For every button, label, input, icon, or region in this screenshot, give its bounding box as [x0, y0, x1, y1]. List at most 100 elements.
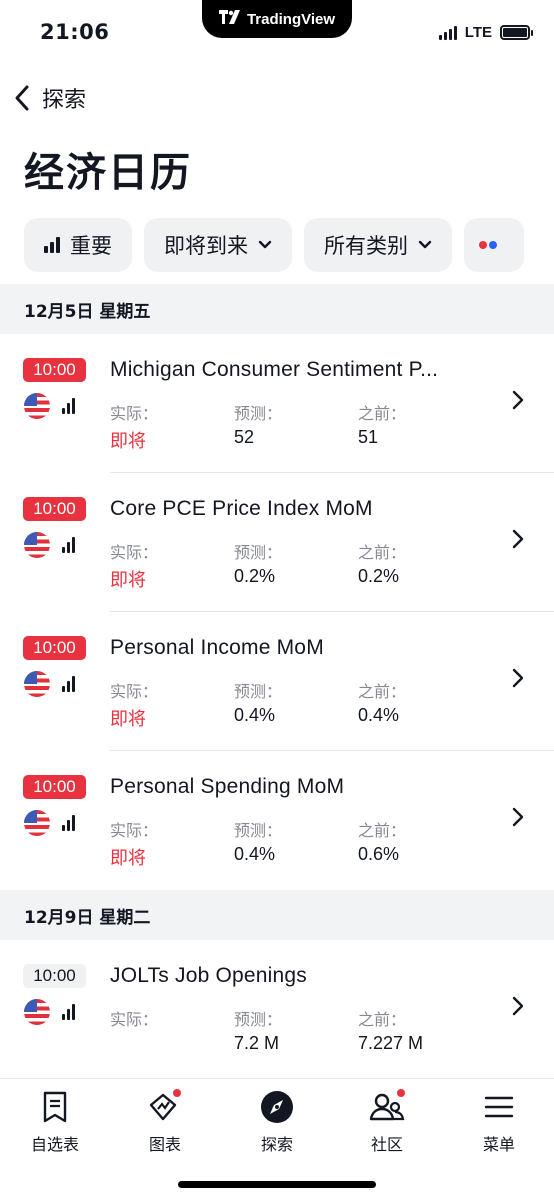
watchlist-icon: [37, 1089, 73, 1125]
filter-label: 即将到来: [164, 234, 248, 258]
status-bar: 21:06 TradingView LTE: [0, 0, 554, 70]
chevron-right-icon: [512, 668, 524, 688]
tab-menu[interactable]: 菜单: [444, 1089, 554, 1155]
filter-label: 重要: [70, 234, 112, 258]
event-title: Core PCE Price Index MoM: [110, 497, 373, 520]
tab-community[interactable]: 社区: [332, 1089, 442, 1155]
event-time-badge: 10:00: [23, 497, 86, 521]
chevron-left-icon: [15, 85, 29, 111]
day-header: 12月5日 星期五: [0, 284, 554, 334]
event-title: JOLTs Job Openings: [110, 964, 307, 987]
chevron-right-icon: [512, 390, 524, 410]
back-label: 探索: [42, 88, 87, 113]
battery-icon: [500, 25, 533, 40]
us-flag-icon: [24, 999, 50, 1025]
event-row[interactable]: 10:00 Core PCE Price Index MoM 实际： 预测： 之…: [0, 473, 554, 612]
filter-bar: 重要 即将到来 所有类别: [24, 218, 554, 272]
us-flag-icon: [24, 671, 50, 697]
dynamic-island: TradingView: [202, 0, 352, 38]
us-flag-icon: [24, 393, 50, 419]
previous-label: 之前：: [358, 404, 407, 423]
event-time-badge: 10:00: [23, 775, 86, 799]
importance-high-icon: [62, 1004, 75, 1020]
previous-value: 0.4%: [358, 705, 400, 725]
event-row[interactable]: 10:00 JOLTs Job Openings 实际： 预测： 之前： 7.2…: [0, 940, 554, 1079]
importance-bars-icon: [44, 237, 60, 253]
actual-label: 实际：: [110, 821, 159, 840]
chevron-down-icon: [418, 240, 432, 249]
filter-upcoming-dropdown[interactable]: 即将到来: [144, 218, 292, 272]
app-name: TradingView: [246, 10, 336, 28]
menu-icon: [481, 1089, 517, 1125]
us-flag-icon: [24, 810, 50, 836]
cellular-signal-icon: [438, 25, 457, 40]
tab-label: 自选表: [30, 1135, 79, 1154]
actual-label: 实际：: [110, 682, 159, 701]
actual-value: 即将: [110, 709, 146, 730]
back-button[interactable]: 探索: [12, 80, 86, 116]
forecast-label: 预测：: [234, 821, 283, 840]
chevron-down-icon: [258, 240, 272, 249]
forecast-value: 0.2%: [234, 566, 276, 586]
previous-label: 之前：: [358, 1010, 407, 1029]
page-title: 经济日历: [24, 150, 192, 196]
forecast-value: 52: [234, 427, 255, 447]
importance-high-icon: [62, 537, 75, 553]
forecast-label: 预测：: [234, 682, 283, 701]
tradingview-logo-icon: [218, 10, 241, 28]
event-title: Michigan Consumer Sentiment P...: [110, 358, 439, 381]
importance-high-icon: [62, 815, 75, 831]
forecast-label: 预测：: [234, 543, 283, 562]
country-dots-icon: [479, 241, 497, 249]
event-row[interactable]: 10:00 Michigan Consumer Sentiment P... 实…: [0, 334, 554, 473]
filter-category-dropdown[interactable]: 所有类别: [304, 218, 452, 272]
previous-value: 0.6%: [358, 844, 400, 864]
forecast-label: 预测：: [234, 404, 283, 423]
tab-label: 社区: [370, 1135, 403, 1154]
forecast-value: 0.4%: [234, 705, 276, 725]
event-time-badge: 10:00: [23, 964, 86, 988]
day-header: 12月9日 星期二: [0, 890, 554, 940]
notification-dot: [173, 1089, 181, 1097]
actual-label: 实际：: [110, 543, 159, 562]
forecast-value: 0.4%: [234, 844, 276, 864]
event-title: Personal Spending MoM: [110, 775, 345, 798]
event-time-badge: 10:00: [23, 636, 86, 660]
home-indicator: [178, 1181, 376, 1188]
compass-icon: [259, 1089, 295, 1125]
event-title: Personal Income MoM: [110, 636, 324, 659]
us-flag-icon: [24, 532, 50, 558]
status-time: 21:06: [40, 20, 110, 44]
tab-label: 探索: [260, 1135, 293, 1154]
filter-country-chip[interactable]: [464, 218, 524, 272]
community-icon: [369, 1089, 405, 1125]
chevron-right-icon: [512, 996, 524, 1016]
previous-value: 0.2%: [358, 566, 400, 586]
filter-importance-chip[interactable]: 重要: [24, 218, 132, 272]
previous-value: 51: [358, 427, 379, 447]
forecast-value: 7.2 M: [234, 1033, 280, 1053]
network-type: LTE: [464, 24, 492, 41]
importance-high-icon: [62, 676, 75, 692]
status-indicators: LTE: [438, 24, 533, 41]
actual-label: 实际：: [110, 1010, 159, 1029]
tab-label: 菜单: [482, 1135, 515, 1154]
event-row[interactable]: 10:00 Personal Income MoM 实际： 预测： 之前： 即将…: [0, 612, 554, 751]
previous-label: 之前：: [358, 682, 407, 701]
tab-watchlist[interactable]: 自选表: [0, 1089, 110, 1155]
actual-value: 即将: [110, 848, 146, 869]
chart-icon: [147, 1089, 183, 1125]
notification-dot: [397, 1089, 405, 1097]
event-row[interactable]: 10:00 Personal Spending MoM 实际： 预测： 之前： …: [0, 751, 554, 890]
tab-explore[interactable]: 探索: [222, 1089, 332, 1155]
previous-label: 之前：: [358, 821, 407, 840]
event-time-badge: 10:00: [23, 358, 86, 382]
chevron-right-icon: [512, 807, 524, 827]
filter-label: 所有类别: [324, 234, 408, 258]
chevron-right-icon: [512, 529, 524, 549]
importance-high-icon: [62, 398, 75, 414]
actual-value: 即将: [110, 570, 146, 591]
tab-chart[interactable]: 图表: [110, 1089, 220, 1155]
previous-value: 7.227 M: [358, 1033, 424, 1053]
previous-label: 之前：: [358, 543, 407, 562]
